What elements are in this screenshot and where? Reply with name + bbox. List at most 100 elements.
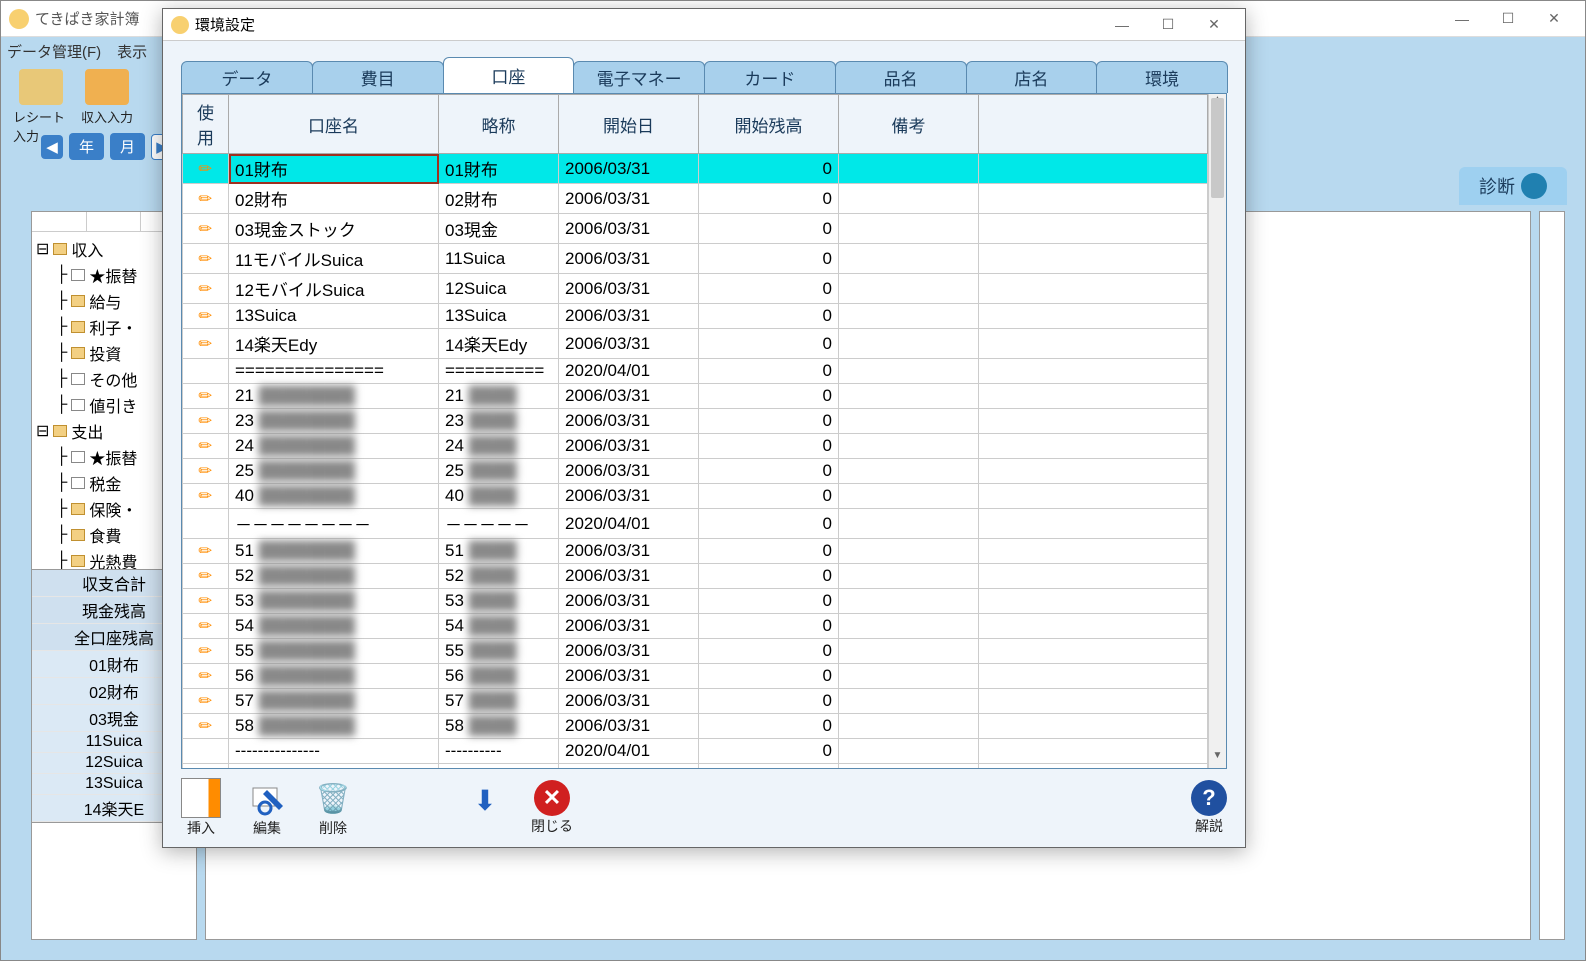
- dialog-close[interactable]: ✕: [1191, 10, 1237, 40]
- col-header[interactable]: 開始日: [559, 95, 699, 154]
- table-row[interactable]: ✎ 21 ████████ 21 ████ 2006/03/31 0: [183, 384, 1208, 409]
- stethoscope-icon: [1521, 173, 1547, 199]
- dialog-maximize[interactable]: ☐: [1145, 10, 1191, 40]
- down-button[interactable]: ⬇: [465, 780, 505, 836]
- income-input-button[interactable]: 収入入力: [79, 69, 135, 126]
- folder-icon: [53, 243, 67, 255]
- tab-4[interactable]: カード: [704, 61, 836, 93]
- col-header[interactable]: 口座名: [229, 95, 439, 154]
- table-row[interactable]: ✎ 52 ████████ 52 ████ 2006/03/31 0: [183, 564, 1208, 589]
- folder-icon: [53, 425, 67, 437]
- col-header[interactable]: 使用: [183, 95, 229, 154]
- table-row[interactable]: ✎ 57 ████████ 57 ████ 2006/03/31 0: [183, 689, 1208, 714]
- table-row[interactable]: －－－－－－－－ －－－－－ 2020/04/01 0: [183, 509, 1208, 539]
- edit-button[interactable]: 編集: [247, 778, 287, 838]
- table-row[interactable]: ✎ 51 ████████ 51 ████ 2006/03/31 0: [183, 539, 1208, 564]
- page-icon: [71, 399, 85, 411]
- table-row[interactable]: ✎ 40 ████████ 40 ████ 2006/03/31 0: [183, 484, 1208, 509]
- tab-3[interactable]: 電子マネー: [573, 61, 705, 93]
- nav-year[interactable]: 年: [69, 133, 104, 160]
- tab-5[interactable]: 品名: [835, 61, 967, 93]
- tab-2[interactable]: 口座: [443, 57, 575, 93]
- scroll-thumb[interactable]: [1211, 98, 1224, 198]
- grid-scrollbar[interactable]: ▲ ▼: [1208, 94, 1226, 768]
- pencil-icon: ✎: [194, 459, 218, 483]
- table-row[interactable]: ✎ 14楽天Edy 14楽天Edy 2006/03/31 0: [183, 329, 1208, 359]
- delete-button[interactable]: 🗑️ 削除: [313, 778, 353, 838]
- table-row[interactable]: ✎ 58 ████████ 58 ████ 2006/03/31 0: [183, 714, 1208, 739]
- table-row[interactable]: ✎ 55 ████████ 55 ████ 2006/03/31 0: [183, 639, 1208, 664]
- table-row[interactable]: ✎ 25 ████████ 25 ████ 2006/03/31 0: [183, 459, 1208, 484]
- income-icon: [85, 69, 129, 105]
- table-row[interactable]: ✎ 54 ████████ 54 ████ 2006/03/31 0: [183, 614, 1208, 639]
- minimize-button[interactable]: ―: [1439, 4, 1485, 34]
- table-row[interactable]: ✎ 01財布 01財布 2006/03/31 0: [183, 154, 1208, 184]
- receipt-icon: [19, 69, 63, 105]
- pencil-icon: ✎: [194, 247, 218, 271]
- close-button[interactable]: ✕: [1531, 4, 1577, 34]
- help-button[interactable]: ? 解説: [1191, 780, 1227, 836]
- nav-month[interactable]: 月: [110, 133, 145, 160]
- table-row[interactable]: =============== ========== 2020/04/01 0: [183, 359, 1208, 384]
- table-row[interactable]: ✎ 24 ████████ 24 ████ 2006/03/31 0: [183, 434, 1208, 459]
- close-dialog-button[interactable]: ✕ 閉じる: [531, 780, 573, 836]
- menu-view[interactable]: 表示: [117, 41, 147, 62]
- pencil-icon: ✎: [194, 614, 218, 638]
- table-row[interactable]: ✎ 13Suica 13Suica 2006/03/31 0: [183, 304, 1208, 329]
- table-row[interactable]: ✎ 56 ████████ 56 ████ 2006/03/31 0: [183, 664, 1208, 689]
- diagnosis-button[interactable]: 診断: [1459, 167, 1567, 205]
- diagnosis-label: 診断: [1479, 173, 1515, 199]
- tab-0[interactable]: データ: [181, 61, 313, 93]
- table-row[interactable]: ✎ 03現金ストック 03現金 2006/03/31 0: [183, 214, 1208, 244]
- grid-header-row: 使用口座名略称開始日開始残高備考: [183, 95, 1208, 154]
- pencil-icon: ✎: [194, 589, 218, 613]
- settings-dialog: 環境設定 ― ☐ ✕ データ費目口座電子マネーカード品名店名環境 使用口座名略称…: [162, 8, 1246, 848]
- pencil-icon: ✎: [194, 564, 218, 588]
- pencil-icon: ✎: [194, 157, 218, 181]
- col-header[interactable]: 略称: [439, 95, 559, 154]
- tab-1[interactable]: 費目: [312, 61, 444, 93]
- pencil-icon: ✎: [194, 187, 218, 211]
- table-row[interactable]: --------------- ---------- 2020/04/01 0: [183, 739, 1208, 764]
- table-row[interactable]: ✎ 02財布 02財布 2006/03/31 0: [183, 184, 1208, 214]
- pencil-icon: ✎: [194, 539, 218, 563]
- pencil-icon: ✎: [194, 384, 218, 408]
- pencil-icon: ✎: [194, 332, 218, 356]
- page-icon: [71, 451, 85, 463]
- pencil-icon: ✎: [194, 639, 218, 663]
- tab-7[interactable]: 環境: [1096, 61, 1228, 93]
- pencil-icon: ✎: [194, 277, 218, 301]
- menu-data[interactable]: データ管理(F): [7, 41, 101, 62]
- table-row[interactable]: ✎ 71給与振込用 71給与明細 2006/03/31 0: [183, 764, 1208, 769]
- dialog-footer: 挿入 編集 🗑️ 削除 ⬇ ✕ 閉じる ? 解説: [163, 769, 1245, 847]
- folder-icon: [71, 555, 85, 567]
- page-icon: [71, 269, 85, 281]
- pencil-icon: ✎: [194, 664, 218, 688]
- dialog-minimize[interactable]: ―: [1099, 10, 1145, 40]
- trash-icon: 🗑️: [313, 778, 353, 818]
- nav-prev[interactable]: ◀: [41, 135, 63, 159]
- table-row[interactable]: ✎ 23 ████████ 23 ████ 2006/03/31 0: [183, 409, 1208, 434]
- page-icon: [71, 477, 85, 489]
- table-row[interactable]: ✎ 53 ████████ 53 ████ 2006/03/31 0: [183, 589, 1208, 614]
- tab-6[interactable]: 店名: [966, 61, 1098, 93]
- scroll-down-icon[interactable]: ▼: [1209, 750, 1226, 768]
- pencil-icon: ✎: [194, 217, 218, 241]
- col-header[interactable]: 開始残高: [699, 95, 839, 154]
- table-row[interactable]: ✎ 11モバイルSuica 11Suica 2006/03/31 0: [183, 244, 1208, 274]
- dialog-title: 環境設定: [195, 14, 1099, 35]
- table-row[interactable]: ✎ 12モバイルSuica 12Suica 2006/03/31 0: [183, 274, 1208, 304]
- receipt-input-button[interactable]: レシート入力: [13, 69, 69, 145]
- insert-button[interactable]: 挿入: [181, 778, 221, 838]
- folder-icon: [71, 347, 85, 359]
- income-label: 収入入力: [81, 107, 133, 126]
- folder-icon: [71, 295, 85, 307]
- account-grid-wrap[interactable]: 使用口座名略称開始日開始残高備考 ✎ 01財布 01財布 2006/03/31 …: [182, 94, 1208, 768]
- maximize-button[interactable]: ☐: [1485, 4, 1531, 34]
- right-scroll-1[interactable]: [1539, 211, 1565, 940]
- folder-icon: [71, 529, 85, 541]
- col-header[interactable]: 備考: [839, 95, 979, 154]
- account-grid: 使用口座名略称開始日開始残高備考 ✎ 01財布 01財布 2006/03/31 …: [182, 94, 1208, 768]
- window-controls: ― ☐ ✕: [1439, 4, 1577, 34]
- dialog-content: 使用口座名略称開始日開始残高備考 ✎ 01財布 01財布 2006/03/31 …: [181, 93, 1227, 769]
